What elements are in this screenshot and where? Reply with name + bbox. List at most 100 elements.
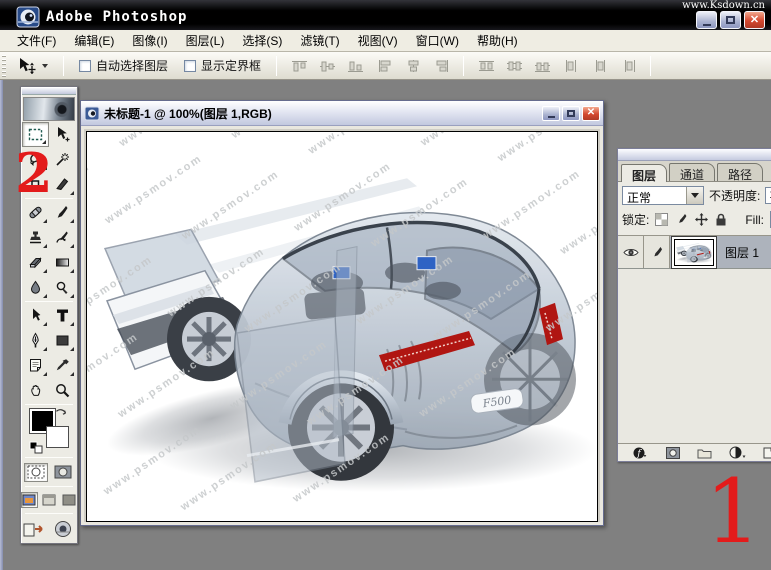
blend-mode-select[interactable]: 正常: [622, 185, 704, 205]
distribute-left-edges-icon[interactable]: [561, 56, 583, 76]
add-layer-mask-button[interactable]: [666, 446, 680, 459]
document-window: 未标题-1 @ 100%(图层 1,RGB) ✕ www.psmov.com ww…: [80, 100, 604, 526]
adobe-online-banner[interactable]: [23, 97, 75, 121]
lock-transparency-icon[interactable]: [655, 213, 669, 226]
document-title-bar[interactable]: 未标题-1 @ 100%(图层 1,RGB) ✕: [81, 101, 603, 126]
flyout-indicator: [70, 372, 74, 376]
align-vertical-centers-icon[interactable]: [316, 56, 338, 76]
maximize-button[interactable]: [720, 11, 741, 29]
color-swatch-area: [29, 407, 69, 455]
doc-maximize-button[interactable]: [562, 105, 580, 121]
lock-position-icon[interactable]: [695, 213, 709, 226]
standard-mode-button[interactable]: [23, 462, 48, 482]
menu-help[interactable]: 帮助(H): [468, 29, 527, 52]
jump-to-imageready-button[interactable]: [23, 518, 48, 540]
tool-blur[interactable]: [22, 275, 49, 300]
align-left-edges-icon[interactable]: [374, 56, 396, 76]
align-horizontal-centers-icon[interactable]: [402, 56, 424, 76]
window-left-edge: [0, 80, 3, 570]
layer-visibility-cell[interactable]: [618, 236, 644, 268]
opacity-label: 不透明度:: [709, 188, 761, 203]
distribute-vertical-centers-icon[interactable]: [503, 56, 525, 76]
imageready-icon[interactable]: [51, 518, 76, 540]
layer-style-button[interactable]: f: [632, 446, 649, 460]
auto-select-layer-checkbox[interactable]: [79, 59, 91, 72]
lock-image-icon[interactable]: [675, 213, 688, 226]
layer-thumbnail[interactable]: [674, 238, 714, 266]
align-right-edges-icon[interactable]: [430, 56, 452, 76]
opacity-input[interactable]: 100%: [765, 186, 771, 204]
tool-clone-stamp[interactable]: [22, 225, 49, 250]
title-bar[interactable]: Adobe Photoshop www.Ksdown.cn ✕: [0, 0, 771, 30]
menu-filter[interactable]: 滤镜(T): [291, 29, 348, 52]
tool-notes[interactable]: [22, 353, 49, 378]
align-bottom-edges-icon[interactable]: [344, 56, 366, 76]
layer-link-cell[interactable]: [644, 236, 670, 268]
eye-icon: [622, 248, 639, 256]
layer-thumbnail-wrap: [670, 236, 718, 268]
tool-history-brush[interactable]: [49, 225, 76, 250]
menu-window[interactable]: 窗口(W): [407, 29, 468, 52]
align-top-edges-icon[interactable]: [288, 56, 310, 76]
menu-image[interactable]: 图像(I): [123, 29, 176, 52]
document-client-area: www.psmov.com www.psmov.com www.psmov.com w…: [84, 129, 600, 522]
screen-mode-standard-button[interactable]: [21, 492, 38, 508]
tool-magic-wand[interactable]: [49, 147, 76, 172]
menu-view[interactable]: 视图(V): [349, 29, 407, 52]
tab-layers[interactable]: 图层: [621, 164, 668, 183]
layer-list: 图层 1: [618, 235, 771, 443]
screen-mode-fullscreen-button[interactable]: [60, 492, 77, 508]
doc-minimize-button[interactable]: [542, 105, 560, 121]
menu-edit[interactable]: 编辑(E): [65, 29, 123, 52]
menu-file[interactable]: 文件(F): [8, 29, 65, 52]
layer-name[interactable]: 图层 1: [718, 244, 759, 261]
default-colors-icon[interactable]: [29, 441, 44, 454]
flyout-indicator: [43, 322, 47, 326]
distribute-bottom-edges-icon[interactable]: [531, 56, 553, 76]
layer-row[interactable]: 图层 1: [618, 236, 771, 269]
tool-hand[interactable]: [22, 378, 49, 403]
doc-close-button[interactable]: ✕: [582, 105, 600, 121]
show-bounding-box-option[interactable]: 显示定界框: [184, 57, 261, 74]
tool-rectangle-shape[interactable]: [49, 328, 76, 353]
blend-mode-dropdown-button[interactable]: [686, 186, 703, 204]
lock-all-icon[interactable]: [715, 213, 727, 226]
new-layer-set-button[interactable]: [697, 447, 712, 459]
canvas[interactable]: www.psmov.com www.psmov.com www.psmov.com w…: [86, 131, 598, 522]
palette-title-bar[interactable]: [618, 149, 771, 161]
tool-move[interactable]: [49, 122, 76, 147]
minimize-button[interactable]: [696, 11, 717, 29]
toolbox-grab-bar[interactable]: [22, 88, 76, 95]
move-tool-preset[interactable]: [16, 57, 48, 74]
tool-eraser[interactable]: [22, 250, 49, 275]
tool-pen[interactable]: [22, 328, 49, 353]
show-bounding-box-checkbox[interactable]: [184, 59, 197, 72]
tab-channels[interactable]: 通道: [669, 163, 716, 182]
options-grip[interactable]: [2, 54, 6, 77]
auto-select-layer-option[interactable]: 自动选择图层: [79, 57, 168, 74]
tab-paths[interactable]: 路径: [717, 163, 764, 182]
swap-colors-icon[interactable]: [55, 407, 69, 420]
distribute-horizontal-centers-icon[interactable]: [589, 56, 611, 76]
flyout-indicator: [70, 347, 74, 351]
quick-mask-mode-button[interactable]: [51, 463, 75, 482]
tool-type[interactable]: [49, 303, 76, 328]
new-layer-button[interactable]: [763, 447, 771, 459]
screen-mode-fullscreen-menubar-button[interactable]: [41, 492, 58, 508]
menu-select[interactable]: 选择(S): [233, 29, 291, 52]
distribute-top-edges-icon[interactable]: [475, 56, 497, 76]
tool-gradient[interactable]: [49, 250, 76, 275]
tool-eyedropper[interactable]: [49, 353, 76, 378]
layers-palette: 图层 通道 路径 正常 不透明度: 100% 锁定:: [617, 148, 771, 462]
background-color-swatch[interactable]: [46, 426, 69, 448]
close-button[interactable]: ✕: [744, 11, 765, 29]
distribute-right-edges-icon[interactable]: [617, 56, 639, 76]
tool-path-selection[interactable]: [22, 303, 49, 328]
tool-slice[interactable]: [49, 172, 76, 197]
tool-zoom[interactable]: [49, 378, 76, 403]
menu-layer[interactable]: 图层(L): [177, 29, 234, 52]
flyout-indicator: [70, 219, 74, 223]
new-adjustment-layer-button[interactable]: [729, 446, 746, 459]
tool-dodge[interactable]: [49, 275, 76, 300]
tool-brush[interactable]: [49, 200, 76, 225]
